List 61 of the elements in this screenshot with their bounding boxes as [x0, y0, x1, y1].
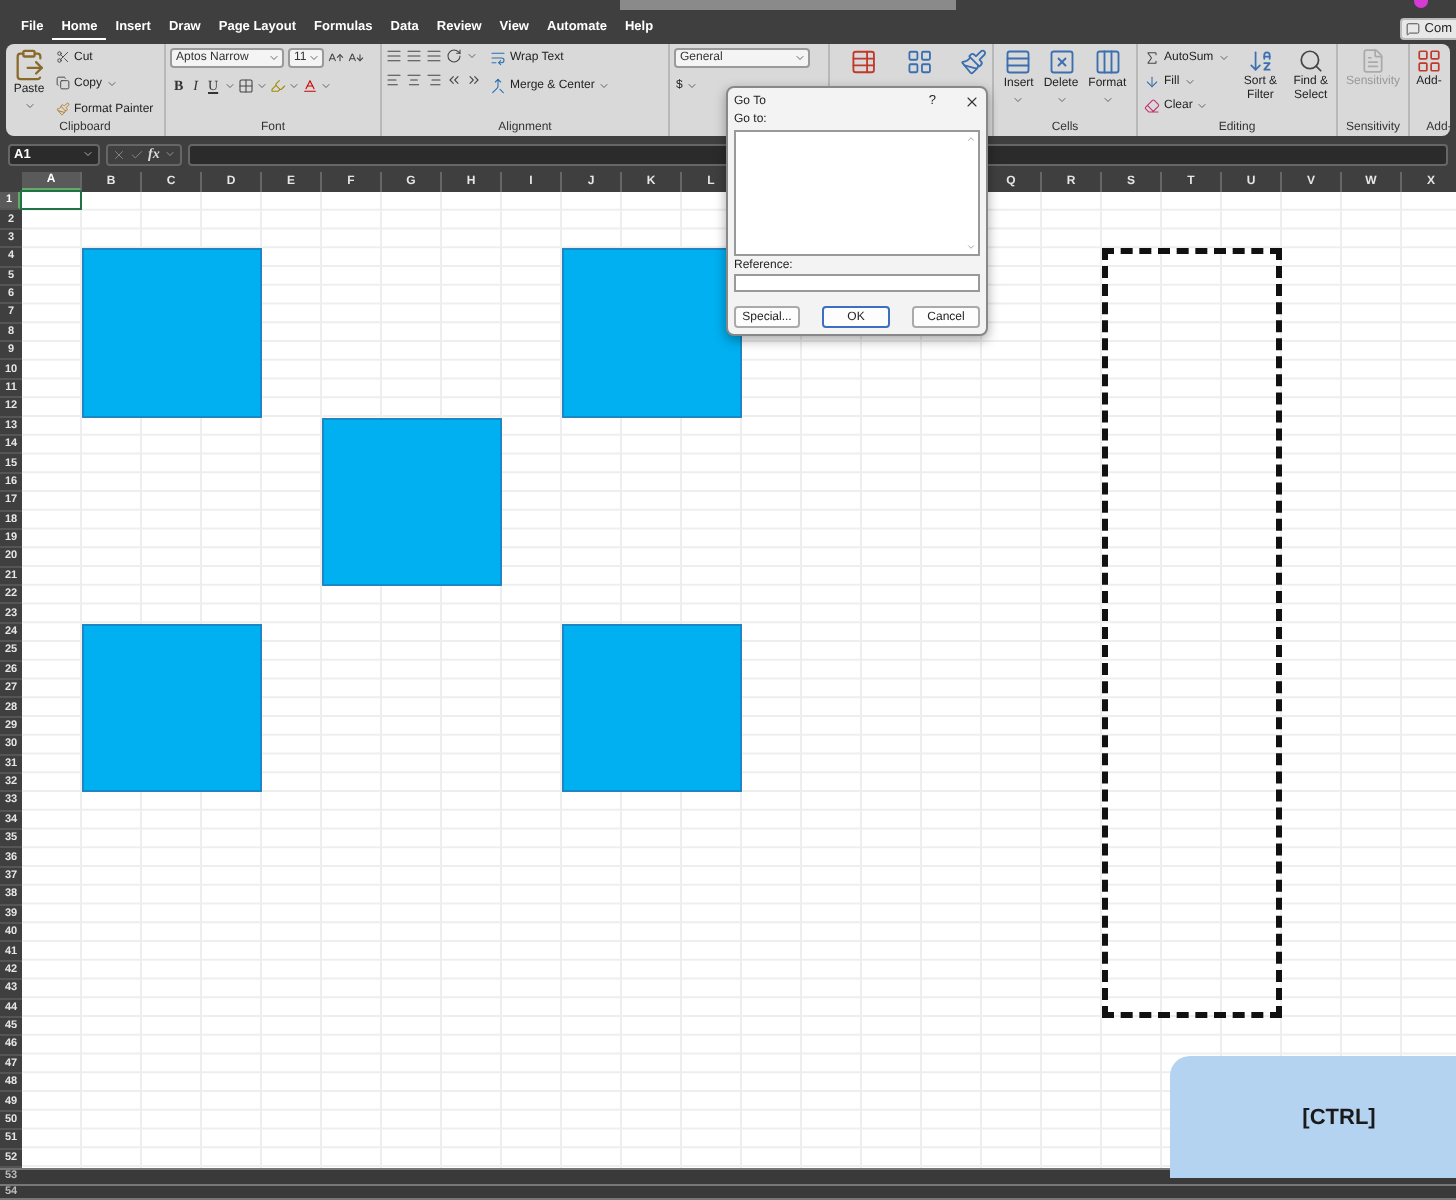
caret-icon — [1055, 93, 1067, 106]
scroll-down-icon — [966, 242, 976, 252]
font-color-icon — [302, 77, 319, 94]
caret-icon — [1217, 51, 1230, 64]
caret-icon — [288, 79, 301, 92]
caret-icon — [268, 51, 280, 64]
paintbrush-icon — [56, 102, 70, 117]
conditional-format-icon — [850, 47, 878, 76]
merge-icon — [490, 77, 506, 94]
top-align-icon — [386, 47, 402, 64]
align-right-icon — [426, 71, 442, 88]
insert-rows-icon — [1004, 47, 1033, 76]
format-cells-icon — [1093, 47, 1122, 76]
caret-icon — [320, 79, 333, 92]
copy-icon — [56, 76, 70, 91]
caret-icon — [163, 148, 176, 161]
borders-icon — [238, 77, 255, 94]
search-icon — [1297, 47, 1324, 74]
sort-icon — [1247, 47, 1274, 74]
caret-icon — [224, 79, 237, 92]
caret-icon — [794, 51, 806, 64]
caret-icon — [686, 79, 699, 92]
caret-icon — [466, 49, 478, 62]
eraser-icon — [1144, 97, 1160, 114]
caret-icon — [1101, 93, 1114, 106]
close-icon[interactable] — [964, 93, 980, 109]
shrink-font-icon — [348, 49, 364, 66]
sigma-icon — [1144, 49, 1160, 66]
caret-icon — [308, 51, 320, 64]
key-label: [CTRL] — [1302, 1105, 1376, 1129]
active-cell — [20, 190, 82, 211]
cell-styles-icon — [960, 47, 989, 76]
caret-icon — [23, 99, 35, 112]
wrap-text-icon — [490, 49, 506, 66]
decrease-indent-icon — [446, 71, 462, 88]
caret-icon — [256, 79, 269, 92]
check-icon — [130, 147, 144, 162]
scroll-up-icon — [966, 134, 976, 144]
grow-font-icon — [328, 49, 344, 66]
middle-align-icon — [406, 47, 422, 64]
caret-icon — [82, 148, 94, 161]
document-icon — [1359, 47, 1386, 74]
orientation-icon — [446, 47, 462, 64]
scissors-icon — [56, 50, 70, 65]
table-format-icon — [905, 47, 933, 76]
highlighter-icon — [270, 77, 287, 94]
cancel-icon — [112, 147, 126, 162]
clipboard-icon — [12, 47, 46, 82]
align-left-icon — [386, 71, 402, 88]
comment-icon — [1406, 21, 1421, 36]
go-to-list[interactable] — [734, 130, 980, 256]
reference-field[interactable] — [734, 274, 980, 292]
increase-indent-icon — [466, 71, 482, 88]
delete-cells-icon — [1047, 47, 1075, 76]
caret-icon — [1012, 93, 1025, 106]
add-ins-icon — [1416, 47, 1442, 74]
align-center-icon — [406, 71, 422, 88]
caret-icon — [598, 79, 611, 92]
fill-down-icon — [1144, 73, 1160, 90]
caret-icon — [106, 77, 119, 90]
bottom-align-icon — [426, 47, 442, 64]
